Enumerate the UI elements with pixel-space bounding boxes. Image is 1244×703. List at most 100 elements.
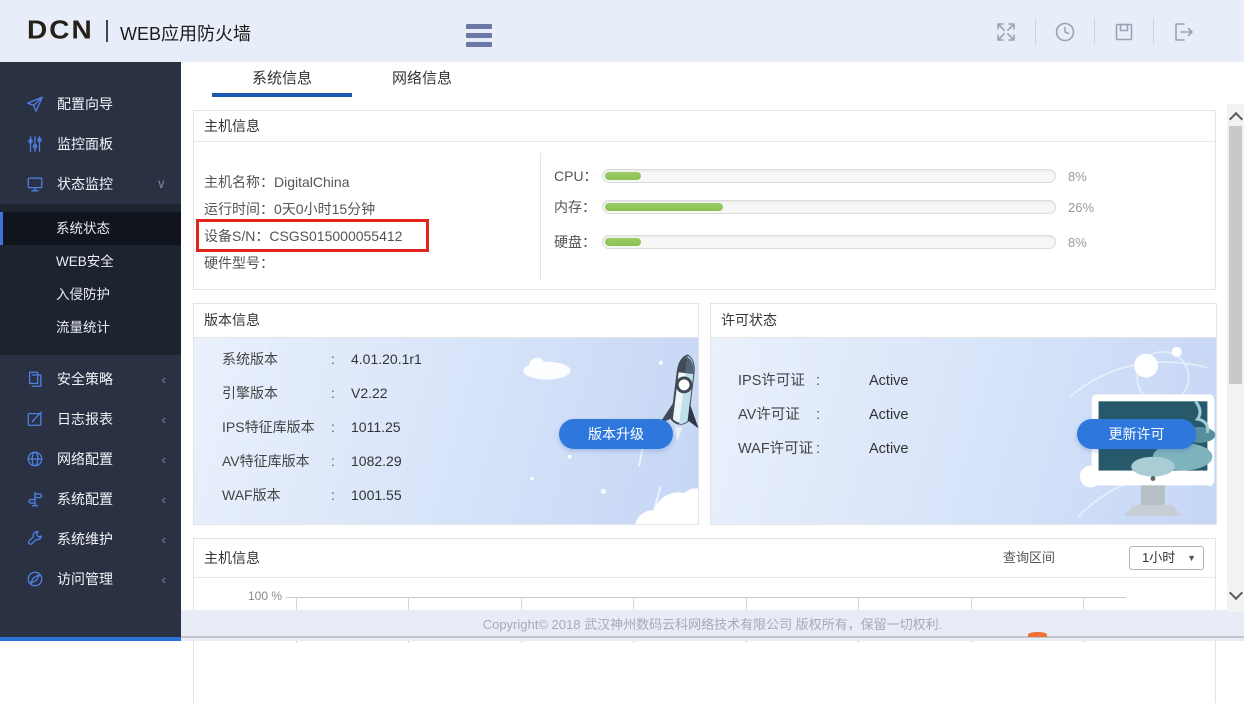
- colon: :: [331, 349, 351, 369]
- chevron-left-icon: ‹: [162, 372, 166, 387]
- sidebar-item-label: 网络配置: [57, 449, 113, 469]
- sidebar-item-label: 访问管理: [57, 569, 113, 589]
- query-interval-label: 查询区间: [1003, 539, 1055, 577]
- scroll-up-arrow-icon[interactable]: [1229, 112, 1243, 126]
- uptime-field: 运行时间：0天0小时15分钟: [204, 196, 402, 223]
- menu-icon[interactable]: [466, 24, 492, 47]
- row-label: AV特征库版本: [222, 451, 331, 471]
- sidebar-item-log-report[interactable]: 日志报表 ‹: [0, 399, 181, 439]
- toolbar-divider: [1153, 19, 1154, 44]
- row-label: WAF版本: [222, 485, 331, 505]
- scrollbar-thumb[interactable]: [1229, 126, 1242, 384]
- sidebar-item-web-security[interactable]: WEB安全: [0, 245, 181, 278]
- tab-system-info[interactable]: 系统信息: [212, 62, 352, 97]
- engine-version-row: 引擎版本 : V2.22: [222, 383, 388, 403]
- monitor-icon: [26, 175, 44, 193]
- cpu-label: CPU：: [554, 166, 602, 186]
- sidebar-bottom-accent: [0, 637, 181, 641]
- sidebar-item-label: 系统配置: [57, 489, 113, 509]
- interval-select[interactable]: 1小时 ▼: [1129, 546, 1204, 570]
- scroll-down-arrow-icon[interactable]: [1229, 586, 1243, 600]
- row-value: 1011.25: [351, 417, 401, 437]
- tab-network-info[interactable]: 网络信息: [352, 62, 492, 97]
- row-label: WAF许可证: [738, 439, 816, 459]
- vertical-divider: [540, 153, 541, 281]
- row-value: 1001.55: [351, 485, 402, 505]
- av-signature-version-row: AV特征库版本 : 1082.29: [222, 451, 402, 471]
- logo-divider: |: [104, 16, 110, 43]
- hardware-model-field: 硬件型号：: [204, 250, 402, 277]
- colon: :: [816, 405, 869, 425]
- sidebar-item-security-policy[interactable]: 安全策略 ‹: [0, 359, 181, 399]
- app-title: WEB应用防火墙: [120, 20, 251, 46]
- save-icon[interactable]: [1112, 20, 1136, 44]
- app-header: DCN | WEB应用防火墙: [0, 0, 1244, 62]
- chevron-left-icon: ‹: [162, 572, 166, 587]
- colon: :: [331, 383, 351, 403]
- waf-version-row: WAF版本 : 1001.55: [222, 485, 402, 505]
- dcn-logo: DCN: [27, 15, 94, 44]
- sidebar-item-config-wizard[interactable]: 配置向导: [0, 84, 181, 124]
- version-info-panel: 版本信息: [193, 303, 699, 525]
- menu-bar: [466, 33, 492, 38]
- memory-progress-bar: [602, 200, 1056, 214]
- tab-bar: 系统信息 网络信息: [181, 62, 1244, 97]
- disk-percent: 8%: [1068, 235, 1087, 250]
- interval-value: 1小时: [1142, 550, 1175, 565]
- memory-label: 内存：: [554, 197, 602, 217]
- memory-progress-fill: [605, 203, 723, 211]
- globe-icon: [26, 450, 44, 468]
- chevron-left-icon: ‹: [162, 532, 166, 547]
- logout-icon[interactable]: [1171, 20, 1195, 44]
- y-axis-top-label: 100 %: [234, 589, 282, 603]
- wrench-icon: [26, 530, 44, 548]
- clock-icon[interactable]: [1053, 20, 1077, 44]
- row-label: IPS特征库版本: [222, 417, 331, 437]
- colon: :: [816, 439, 869, 459]
- sidebar-item-access-management[interactable]: 访问管理 ‹: [0, 559, 181, 599]
- vertical-scrollbar[interactable]: [1227, 104, 1244, 612]
- sidebar-item-label: 系统维护: [57, 529, 113, 549]
- orange-decoration: [1028, 632, 1047, 637]
- copyright-text: Copyright© 2018 武汉神州数码云科网络技术有限公司 版权所有，保留…: [483, 617, 943, 632]
- row-value: Active: [869, 371, 909, 391]
- panel-title: 许可状态: [711, 304, 1216, 338]
- chevron-left-icon: ‹: [162, 492, 166, 507]
- host-info-panel: 主机信息 主机名称：DigitalChina 运行时间：0天0小时15分钟 设备…: [193, 110, 1216, 290]
- sidebar-item-intrusion-prevention[interactable]: 入侵防护: [0, 278, 181, 311]
- waf-license-row: WAF许可证 : Active: [738, 439, 909, 459]
- version-upgrade-button[interactable]: 版本升级: [559, 419, 673, 449]
- sidebar: 配置向导 监控面板 状态监控 ∨ 系统状态 WEB安全 入侵防护 流量统计 安全…: [0, 62, 181, 641]
- chevron-down-icon: ∨: [156, 176, 166, 192]
- chevron-left-icon: ‹: [162, 412, 166, 427]
- expand-arrows-icon[interactable]: [994, 20, 1018, 44]
- sidebar-item-system-config[interactable]: 系统配置 ‹: [0, 479, 181, 519]
- sidebar-item-status-monitor[interactable]: 状态监控 ∨: [0, 164, 181, 204]
- license-panel-body: IPS许可证 : Active AV许可证 : Active WAF许可证 : …: [711, 338, 1216, 524]
- sidebar-item-label: 日志报表: [57, 409, 113, 429]
- sidebar-item-label: 监控面板: [57, 134, 113, 154]
- sidebar-item-monitor-panel[interactable]: 监控面板: [0, 124, 181, 164]
- disk-gauge-row: 硬盘： 8%: [554, 233, 1087, 251]
- sidebar-item-system-status[interactable]: 系统状态: [0, 212, 181, 245]
- chart-panel-header: 主机信息 查询区间 1小时 ▼: [194, 539, 1215, 578]
- cpu-progress-fill: [605, 172, 641, 180]
- sidebar-item-network-config[interactable]: 网络配置 ‹: [0, 439, 181, 479]
- row-value: 4.01.20.1r1: [351, 349, 422, 369]
- sidebar-item-traffic-stats[interactable]: 流量统计: [0, 311, 181, 344]
- memory-percent: 26%: [1068, 200, 1094, 215]
- colon: :: [331, 417, 351, 437]
- disk-label: 硬盘：: [554, 232, 602, 252]
- row-label: IPS许可证: [738, 371, 816, 391]
- row-value: V2.22: [351, 383, 388, 403]
- chevron-left-icon: ‹: [162, 452, 166, 467]
- sidebar-item-label: 状态监控: [57, 174, 113, 194]
- panel-title: 主机信息: [194, 111, 1215, 142]
- header-toolbar: [977, 19, 1212, 44]
- disk-progress-bar: [602, 235, 1056, 249]
- compass-icon: [26, 570, 44, 588]
- update-license-button[interactable]: 更新许可: [1077, 419, 1196, 449]
- sidebar-item-label: 配置向导: [57, 94, 113, 114]
- cpu-gauge-row: CPU： 8%: [554, 167, 1087, 185]
- sidebar-item-system-maintenance[interactable]: 系统维护 ‹: [0, 519, 181, 559]
